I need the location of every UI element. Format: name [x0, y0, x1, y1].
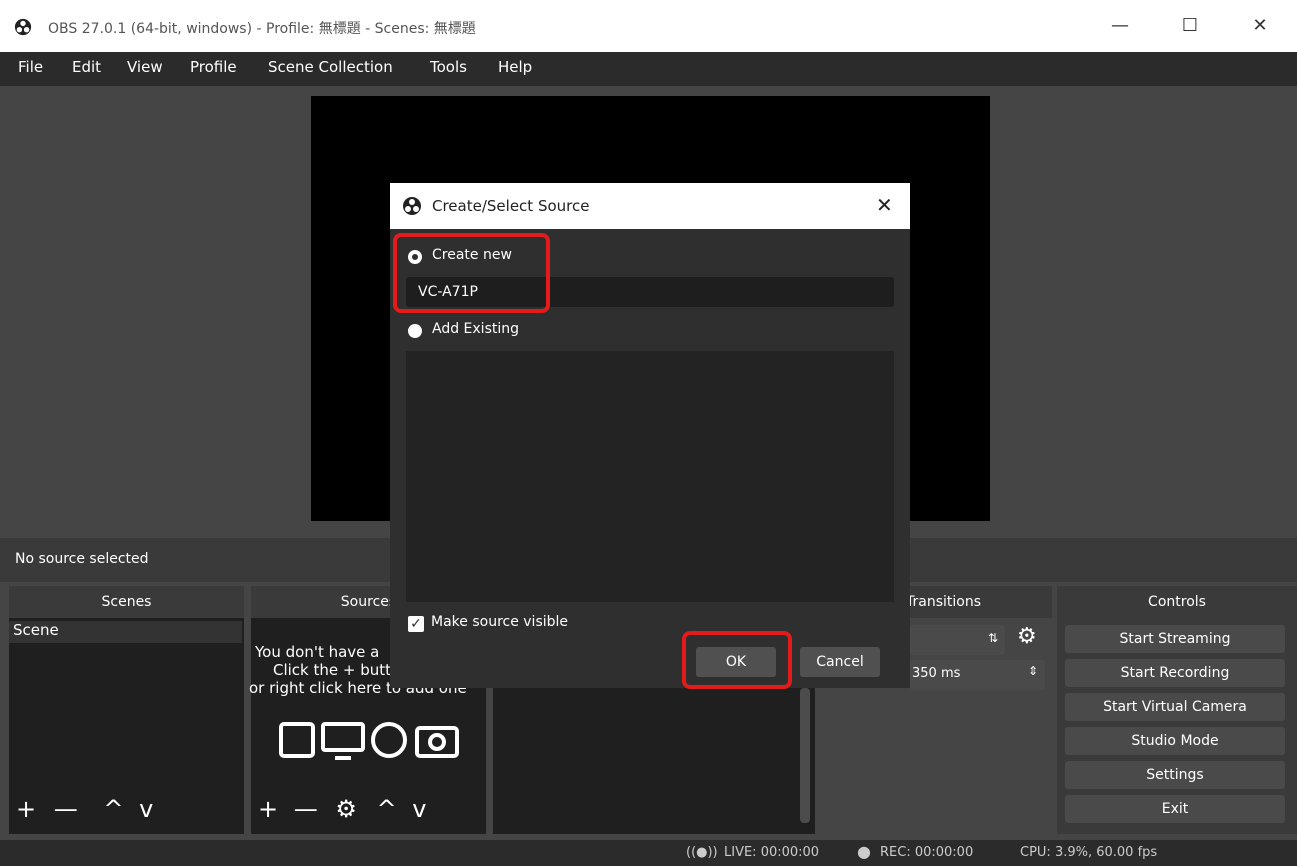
source-type-icons	[279, 722, 459, 760]
live-time: LIVE: 00:00:00	[724, 845, 820, 860]
start-recording-button[interactable]: Start Recording	[1065, 659, 1285, 687]
scenes-header: Scenes	[9, 586, 244, 618]
menu-file[interactable]: File	[18, 58, 43, 76]
source-gear-icon[interactable]: ⚙	[335, 795, 357, 823]
dialog-title: Create/Select Source	[432, 197, 590, 215]
menu-tools[interactable]: Tools	[430, 58, 467, 76]
studio-mode-button[interactable]: Studio Mode	[1065, 727, 1285, 755]
rec-time: REC: 00:00:00	[880, 845, 974, 860]
menu-scene-collection[interactable]: Scene Collection	[268, 58, 393, 76]
title-bar: OBS 27.0.1 (64-bit, windows) - Profile: …	[0, 0, 1297, 52]
menu-help[interactable]: Help	[498, 58, 532, 76]
minimize-button[interactable]: —	[1108, 14, 1132, 38]
exit-button[interactable]: Exit	[1065, 795, 1285, 823]
make-visible-checkbox[interactable]: ✓	[408, 616, 424, 632]
maximize-button[interactable]: ☐	[1178, 14, 1202, 38]
mixer-scrollbar[interactable]	[800, 688, 810, 823]
obs-logo-icon	[403, 197, 421, 215]
source-up-icon[interactable]: ^	[377, 795, 397, 823]
menu-bar: File Edit View Profile Scene Collection …	[0, 52, 1297, 86]
controls-header: Controls	[1057, 586, 1297, 618]
add-existing-radio[interactable]	[408, 324, 422, 338]
spinner-icon[interactable]: ⇕	[1028, 664, 1038, 678]
duration-value: 350 ms	[912, 666, 961, 681]
cancel-button[interactable]: Cancel	[800, 647, 880, 677]
source-down-icon[interactable]: v	[412, 795, 426, 823]
no-source-label: No source selected	[15, 551, 149, 567]
live-broadcast-icon: ((●))	[686, 845, 718, 860]
menu-edit[interactable]: Edit	[72, 58, 101, 76]
obs-logo-icon	[14, 18, 32, 36]
dialog-close-icon[interactable]: ✕	[876, 193, 893, 217]
ok-button-highlight	[682, 631, 792, 689]
scene-item[interactable]: Scene	[9, 621, 242, 643]
transition-select[interactable]: ⇅	[910, 625, 1005, 655]
add-source-icon[interactable]: +	[258, 795, 278, 823]
menu-view[interactable]: View	[127, 58, 163, 76]
settings-button[interactable]: Settings	[1065, 761, 1285, 789]
chevron-updown-icon: ⇅	[988, 631, 999, 645]
existing-sources-list[interactable]	[406, 351, 894, 602]
add-existing-label: Add Existing	[432, 321, 520, 337]
make-visible-label: Make source visible	[431, 614, 569, 630]
close-window-button[interactable]: ✕	[1248, 14, 1272, 38]
move-up-icon[interactable]: ^	[103, 795, 123, 823]
remove-scene-icon[interactable]: —	[54, 795, 78, 823]
status-bar: ((●)) LIVE: 00:00:00 ● REC: 00:00:00 CPU…	[0, 840, 1297, 866]
display-icon	[321, 722, 365, 752]
create-new-highlight	[393, 233, 550, 313]
menu-profile[interactable]: Profile	[190, 58, 237, 76]
duration-spinbox[interactable]: 350 ms ⇕	[910, 660, 1045, 690]
move-down-icon[interactable]: v	[139, 795, 153, 823]
browser-globe-icon	[371, 722, 407, 758]
start-streaming-button[interactable]: Start Streaming	[1065, 625, 1285, 653]
dialog-title-bar: Create/Select Source ✕	[390, 183, 910, 229]
scenes-toolbar: + — ^ v	[16, 795, 153, 823]
camera-icon	[415, 726, 459, 758]
rec-dot-icon: ●	[857, 842, 871, 861]
image-icon	[279, 722, 315, 758]
start-virtual-camera-button[interactable]: Start Virtual Camera	[1065, 693, 1285, 721]
add-scene-icon[interactable]: +	[16, 795, 36, 823]
cpu-readout: CPU: 3.9%, 60.00 fps	[1020, 845, 1158, 860]
transition-gear-icon[interactable]: ⚙	[1017, 624, 1037, 649]
remove-source-icon[interactable]: —	[294, 795, 318, 823]
window-title: OBS 27.0.1 (64-bit, windows) - Profile: …	[48, 21, 476, 37]
sources-toolbar: + — ⚙ ^ v	[258, 795, 427, 823]
